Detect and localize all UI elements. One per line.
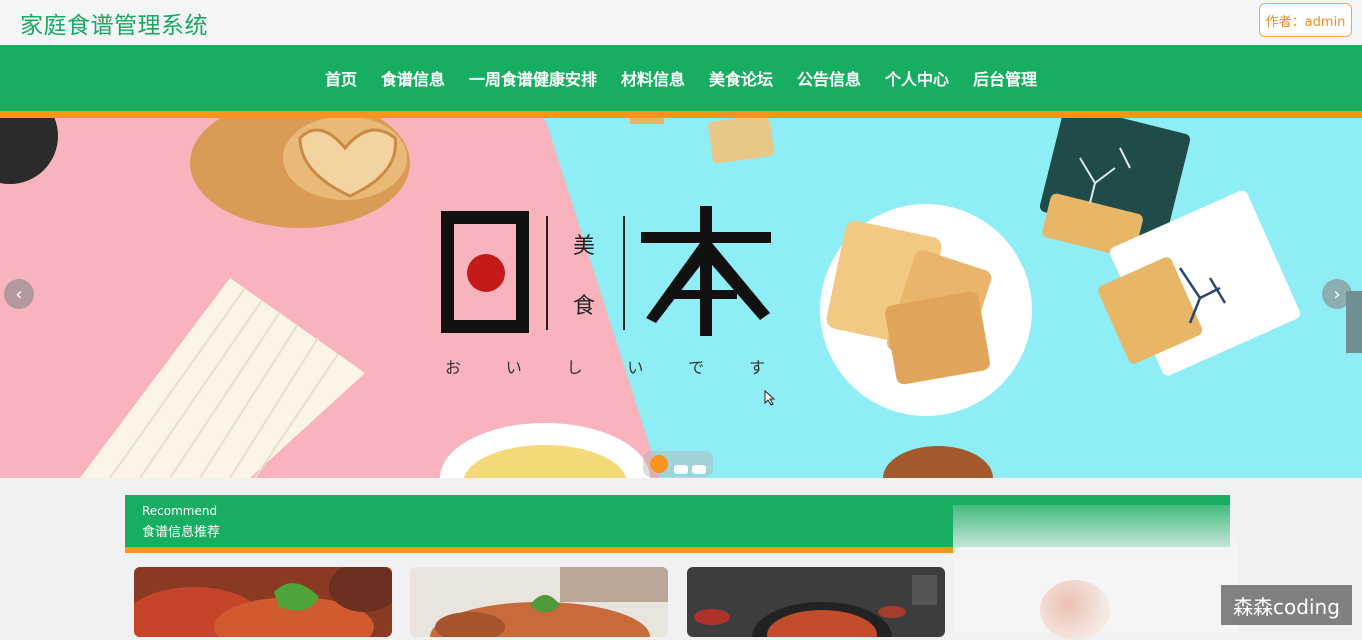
side-fade-image [1040, 580, 1110, 640]
recipe-card-1[interactable] [134, 567, 392, 637]
nav-item-4[interactable]: 材料信息 [621, 66, 685, 90]
carousel-dot-1[interactable] [650, 455, 668, 473]
recipe-card-image [687, 567, 945, 637]
banner-kana-char: で [688, 358, 705, 377]
banner-kana-char: い [627, 358, 644, 377]
nav-item-7[interactable]: 个人中心 [885, 66, 949, 90]
carousel-dot-2[interactable] [674, 465, 688, 474]
recipe-card-image [134, 567, 392, 637]
top-header: 家庭食谱管理系统 作者：admin [0, 0, 1362, 45]
main-nav: 首页 食谱信息 一周食谱健康安排 材料信息 美食论坛 公告信息 个人中心 后台管理 [0, 45, 1362, 111]
watermark: 森森coding [1221, 585, 1352, 625]
banner-kana-row: おいしいです [445, 354, 765, 378]
recipe-card-3[interactable] [687, 567, 945, 637]
site-title[interactable]: 家庭食谱管理系统 [20, 6, 208, 40]
recommend-title-cn: 食谱信息推荐 [142, 525, 221, 540]
banner-kana-char: い [505, 358, 522, 377]
carousel-dot-3[interactable] [692, 465, 706, 474]
recipe-card-image [410, 567, 668, 637]
mouse-cursor-icon [764, 390, 776, 406]
banner-carousel[interactable]: 美 食 お い し い で す [0, 118, 1362, 478]
nav-item-8[interactable]: 后台管理 [973, 66, 1037, 90]
nav-item-2[interactable]: 食谱信息 [381, 66, 445, 90]
banner-kana-char: す [748, 358, 765, 377]
banner-kana-char: お [445, 358, 462, 377]
nav-item-3[interactable]: 一周食谱健康安排 [469, 66, 597, 90]
side-scroll-tab[interactable] [1346, 291, 1362, 353]
banner-small-char-1: 美 [573, 234, 596, 259]
recommend-accent-stripe [125, 547, 955, 553]
nav-item-5[interactable]: 美食论坛 [709, 66, 773, 90]
nav-accent-stripe [0, 111, 1362, 118]
carousel-prev-button[interactable]: ‹ [4, 279, 34, 309]
recipe-card-2[interactable] [410, 567, 668, 637]
nav-items: 首页 食谱信息 一周食谱健康安排 材料信息 美食论坛 公告信息 个人中心 后台管理 [0, 45, 1362, 111]
banner-kana-char: し [566, 358, 583, 377]
recommend-title-en: Recommend [142, 504, 218, 518]
nav-item-6[interactable]: 公告信息 [797, 66, 861, 90]
nav-item-1[interactable]: 首页 [325, 66, 357, 90]
banner-small-char-2: 食 [573, 294, 596, 319]
banner-image [0, 118, 1362, 478]
chevron-left-icon: ‹ [15, 283, 23, 305]
author-button[interactable]: 作者：admin [1259, 3, 1352, 37]
chevron-right-icon: › [1333, 283, 1341, 305]
